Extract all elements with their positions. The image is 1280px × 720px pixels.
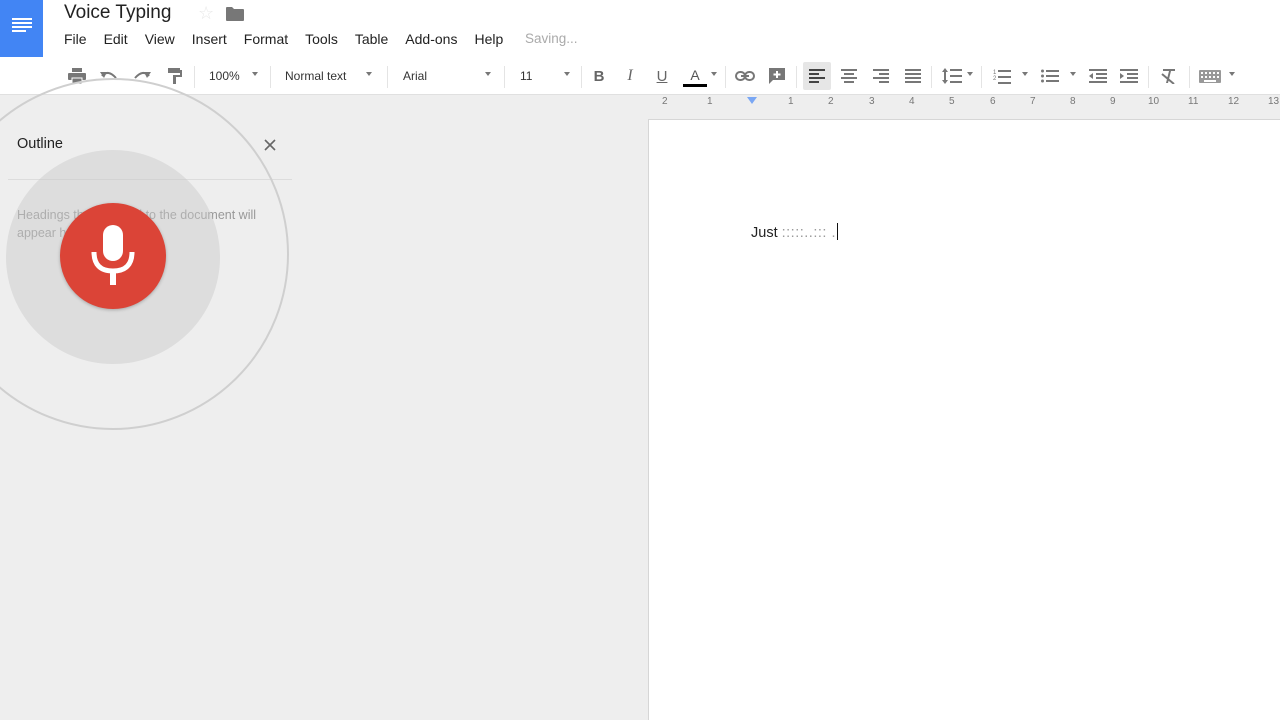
bold-icon[interactable]: B: [589, 58, 609, 94]
ruler-tick: 1: [707, 96, 713, 107]
menu-table[interactable]: Table: [355, 31, 388, 51]
docs-home-icon[interactable]: [0, 0, 43, 57]
menu-bar: File Edit View Insert Format Tools Table…: [64, 31, 520, 51]
font-size-select[interactable]: 11: [514, 58, 554, 94]
align-justify-icon[interactable]: [902, 58, 924, 94]
horizontal-ruler[interactable]: 2 1 1 2 3 4 5 6 7 8 9 10 11 12 13: [648, 95, 1280, 111]
decrease-indent-icon[interactable]: [1086, 58, 1110, 94]
star-icon[interactable]: ☆: [198, 3, 214, 24]
style-dropdown-icon: [366, 72, 372, 76]
insert-comment-icon[interactable]: [766, 58, 788, 94]
ruler-tick: 12: [1228, 96, 1240, 107]
font-value: Arial: [403, 69, 428, 83]
menu-view[interactable]: View: [145, 31, 175, 51]
text-color-icon: A: [690, 66, 700, 83]
zoom-select[interactable]: 100%: [203, 58, 251, 94]
text-cursor: [836, 223, 839, 240]
menu-edit[interactable]: Edit: [104, 31, 128, 51]
interim-speech-text: :::::..::: .: [781, 225, 836, 241]
svg-text:2: 2: [993, 76, 997, 82]
bulleted-list-icon[interactable]: [1038, 58, 1062, 94]
menu-insert[interactable]: Insert: [192, 31, 227, 51]
line-spacing-dropdown-icon: [967, 72, 973, 76]
align-left-icon[interactable]: [803, 62, 831, 90]
font-dropdown-icon: [485, 72, 491, 76]
document-body[interactable]: Just :::::..::: .: [751, 223, 839, 241]
document-text: Just: [751, 225, 778, 241]
align-right-icon[interactable]: [870, 58, 892, 94]
input-tools-dropdown-icon: [1229, 72, 1235, 76]
italic-icon[interactable]: I: [620, 58, 640, 94]
font-size-value: 11: [520, 69, 533, 83]
numbered-list-icon[interactable]: 12: [990, 58, 1014, 94]
menu-help[interactable]: Help: [474, 31, 503, 51]
font-size-dropdown-icon: [564, 72, 570, 76]
ruler-tick: 11: [1188, 96, 1199, 107]
increase-indent-icon[interactable]: [1117, 58, 1141, 94]
menu-format[interactable]: Format: [244, 31, 288, 51]
microphone-button[interactable]: [60, 203, 166, 309]
numbered-list-dropdown-icon: [1022, 72, 1028, 76]
ruler-tick: 9: [1110, 96, 1116, 107]
text-color-swatch: [683, 83, 707, 87]
clear-formatting-icon[interactable]: [1157, 58, 1181, 94]
text-color-dropdown-icon: [711, 72, 717, 76]
toolbar: 100% Normal text Arial 11 B I U A 1 2: [0, 58, 1280, 95]
ruler-tick: 13: [1268, 96, 1280, 107]
text-color-button[interactable]: A: [682, 58, 708, 94]
ruler-tick: 2: [828, 96, 834, 107]
line-spacing-icon[interactable]: [940, 58, 964, 94]
document-page[interactable]: Just :::::..::: .: [649, 120, 1280, 720]
ruler-tick: 6: [990, 96, 996, 107]
align-center-icon[interactable]: [838, 58, 860, 94]
ruler-tick: 1: [788, 96, 794, 107]
ruler-tick: 7: [1030, 96, 1036, 107]
menu-file[interactable]: File: [64, 31, 87, 51]
ruler-tick: 8: [1070, 96, 1076, 107]
input-tools-icon[interactable]: [1197, 58, 1223, 94]
ruler-tick: 4: [909, 96, 915, 107]
style-value: Normal text: [285, 69, 347, 83]
document-title[interactable]: Voice Typing: [64, 2, 171, 24]
menu-addons[interactable]: Add-ons: [405, 31, 457, 51]
zoom-dropdown-icon: [252, 72, 258, 76]
style-select[interactable]: Normal text: [279, 58, 369, 94]
microphone-icon: [91, 225, 135, 285]
ruler-tick: 3: [869, 96, 875, 107]
menu-tools[interactable]: Tools: [305, 31, 338, 51]
header: Voice Typing ☆ File Edit View Insert For…: [0, 0, 1280, 58]
zoom-value: 100%: [209, 69, 240, 83]
bulleted-list-dropdown-icon: [1070, 72, 1076, 76]
font-select[interactable]: Arial: [397, 58, 487, 94]
link-icon[interactable]: [734, 58, 756, 94]
ruler-tick: 2: [662, 96, 668, 107]
folder-icon[interactable]: [226, 7, 244, 21]
indent-marker[interactable]: [747, 97, 757, 104]
ruler-tick: 10: [1148, 96, 1160, 107]
underline-icon[interactable]: U: [652, 58, 672, 94]
close-icon[interactable]: [262, 137, 278, 153]
ruler-tick: 5: [949, 96, 955, 107]
save-status: Saving...: [525, 31, 578, 46]
